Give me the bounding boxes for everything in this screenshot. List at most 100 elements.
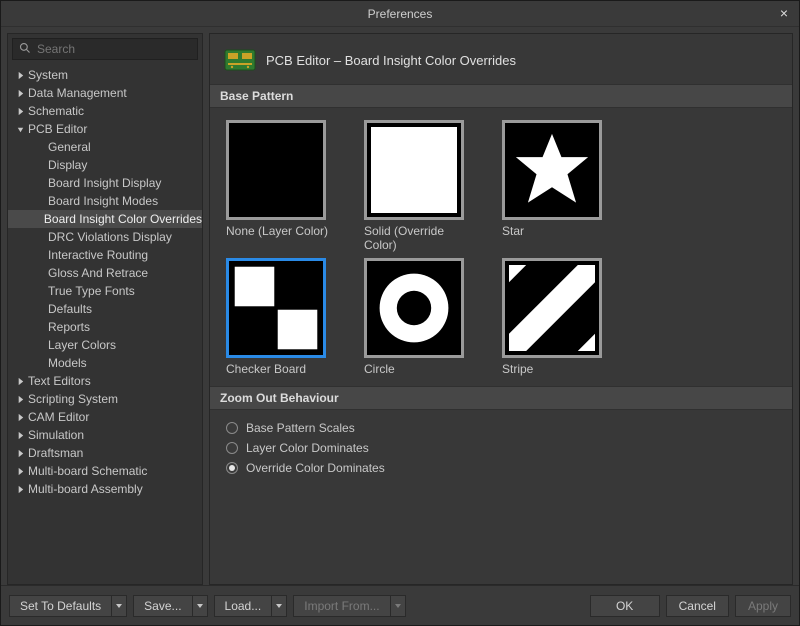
load-button[interactable]: Load... [214, 595, 272, 617]
radio-label: Layer Color Dominates [246, 441, 369, 455]
tree-item[interactable]: Text Editors [8, 372, 202, 390]
tree-item-label: Draftsman [26, 446, 83, 460]
tree-item-label: Multi-board Schematic [26, 464, 147, 478]
cancel-button[interactable]: Cancel [666, 595, 729, 617]
tree-item[interactable]: General [8, 138, 202, 156]
tree-item[interactable]: Models [8, 354, 202, 372]
zoom-out-option[interactable]: Layer Color Dominates [226, 438, 776, 458]
tree-item[interactable]: Draftsman [8, 444, 202, 462]
chevron-right-icon[interactable] [14, 395, 26, 404]
radio-icon[interactable] [226, 422, 238, 434]
tree-item[interactable]: CAM Editor [8, 408, 202, 426]
pattern-stripe-icon [509, 265, 595, 351]
tree-item-label: Board Insight Modes [46, 194, 158, 208]
pattern-label: Checker Board [226, 362, 306, 376]
zoom-out-options: Base Pattern Scales Layer Color Dominates… [210, 410, 792, 490]
load-caret[interactable] [271, 595, 287, 617]
tree-item[interactable]: Interactive Routing [8, 246, 202, 264]
chevron-right-icon[interactable] [14, 89, 26, 98]
pattern-swatch[interactable] [364, 258, 464, 358]
search-box[interactable] [12, 38, 198, 60]
pattern-label: Solid (Override Color) [364, 224, 480, 252]
pattern-option-checker[interactable]: Checker Board [226, 258, 342, 376]
pattern-swatch[interactable] [364, 120, 464, 220]
zoom-out-option[interactable]: Override Color Dominates [226, 458, 776, 478]
window-body: SystemData ManagementSchematic PCB Editor… [1, 27, 799, 585]
zoom-out-option[interactable]: Base Pattern Scales [226, 418, 776, 438]
radio-icon[interactable] [226, 462, 238, 474]
pattern-grid: None (Layer Color) Solid (Override Color)… [210, 108, 792, 386]
pattern-swatch[interactable] [502, 120, 602, 220]
tree-item-label: Gloss And Retrace [46, 266, 148, 280]
tree-item[interactable]: Layer Colors [8, 336, 202, 354]
pattern-swatch[interactable] [502, 258, 602, 358]
radio-label: Override Color Dominates [246, 461, 385, 475]
tree-item[interactable]: DRC Violations Display [8, 228, 202, 246]
chevron-right-icon[interactable] [14, 485, 26, 494]
tree-item[interactable]: Simulation [8, 426, 202, 444]
close-icon[interactable]: × [775, 5, 793, 23]
pattern-label: Star [502, 224, 524, 238]
pattern-option-solid[interactable]: Solid (Override Color) [364, 120, 480, 252]
tree-item[interactable]: Gloss And Retrace [8, 264, 202, 282]
pattern-option-star[interactable]: Star [502, 120, 618, 252]
chevron-right-icon[interactable] [14, 467, 26, 476]
window-title: Preferences [368, 7, 433, 21]
tree-item[interactable]: Multi-board Assembly [8, 480, 202, 498]
ok-button[interactable]: OK [590, 595, 660, 617]
tree-item[interactable]: Scripting System [8, 390, 202, 408]
pattern-swatch[interactable] [226, 120, 326, 220]
pattern-swatch[interactable] [226, 258, 326, 358]
sidebar: SystemData ManagementSchematic PCB Editor… [7, 33, 203, 585]
main-panel: PCB Editor – Board Insight Color Overrid… [209, 33, 793, 585]
page-header: PCB Editor – Board Insight Color Overrid… [210, 34, 792, 84]
chevron-down-icon[interactable] [14, 125, 26, 134]
tree-item[interactable]: Schematic [8, 102, 202, 120]
tree-item[interactable]: True Type Fonts [8, 282, 202, 300]
tree-item[interactable]: Display [8, 156, 202, 174]
pattern-option-circle[interactable]: Circle [364, 258, 480, 376]
chevron-right-icon[interactable] [14, 449, 26, 458]
set-defaults-caret[interactable] [111, 595, 127, 617]
pattern-option-none[interactable]: None (Layer Color) [226, 120, 342, 252]
chevron-right-icon[interactable] [14, 431, 26, 440]
pattern-option-stripe[interactable]: Stripe [502, 258, 618, 376]
tree-item[interactable]: Board Insight Modes [8, 192, 202, 210]
pattern-label: Circle [364, 362, 395, 376]
import-from-split[interactable]: Import From... [293, 595, 405, 617]
chevron-right-icon[interactable] [14, 107, 26, 116]
pattern-label: None (Layer Color) [226, 224, 328, 238]
apply-button[interactable]: Apply [735, 595, 791, 617]
tree-item-label: PCB Editor [26, 122, 87, 136]
tree-item-label: True Type Fonts [46, 284, 135, 298]
save-button[interactable]: Save... [133, 595, 191, 617]
set-defaults-button[interactable]: Set To Defaults [9, 595, 111, 617]
nav-tree[interactable]: SystemData ManagementSchematic PCB Editor… [8, 64, 202, 584]
search-input[interactable] [37, 42, 192, 56]
chevron-right-icon[interactable] [14, 413, 26, 422]
set-defaults-split[interactable]: Set To Defaults [9, 595, 127, 617]
chevron-right-icon[interactable] [14, 377, 26, 386]
tree-item[interactable]: Multi-board Schematic [8, 462, 202, 480]
import-from-caret[interactable] [390, 595, 406, 617]
tree-item[interactable]: Data Management [8, 84, 202, 102]
pattern-label: Stripe [502, 362, 533, 376]
pattern-none-icon [233, 127, 319, 213]
tree-item[interactable]: Reports [8, 318, 202, 336]
tree-item-label: Reports [46, 320, 90, 334]
save-split[interactable]: Save... [133, 595, 207, 617]
radio-icon[interactable] [226, 442, 238, 454]
load-split[interactable]: Load... [214, 595, 288, 617]
tree-item-label: Text Editors [26, 374, 91, 388]
tree-item[interactable]: Board Insight Color Overrides [8, 210, 202, 228]
preferences-window: Preferences × SystemData ManagementSchem… [0, 0, 800, 626]
tree-item-label: Defaults [46, 302, 92, 316]
tree-item[interactable]: System [8, 66, 202, 84]
import-from-button[interactable]: Import From... [293, 595, 389, 617]
tree-item[interactable]: Board Insight Display [8, 174, 202, 192]
save-caret[interactable] [192, 595, 208, 617]
chevron-right-icon[interactable] [14, 71, 26, 80]
tree-item[interactable]: PCB Editor [8, 120, 202, 138]
tree-item-label: Layer Colors [46, 338, 116, 352]
tree-item[interactable]: Defaults [8, 300, 202, 318]
